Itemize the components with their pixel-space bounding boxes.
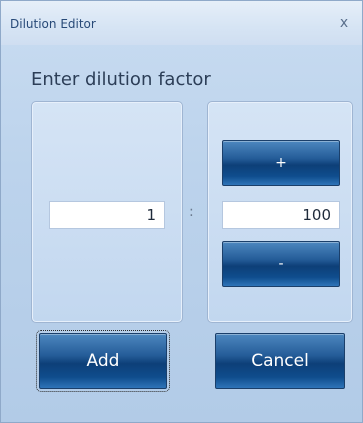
dilution-prompt-label: Enter dilution factor <box>31 69 211 90</box>
decrement-button[interactable]: - <box>222 241 340 287</box>
denominator-field[interactable]: 100 <box>222 201 340 229</box>
numerator-field[interactable]: 1 <box>49 201 165 229</box>
window-title: Dilution Editor <box>10 17 96 31</box>
close-icon[interactable]: x <box>334 13 354 33</box>
add-button[interactable]: Add <box>36 330 170 392</box>
numerator-panel: 1 <box>31 101 183 323</box>
denominator-panel: + 100 - <box>207 101 353 323</box>
ratio-separator: : <box>189 204 194 220</box>
cancel-button[interactable]: Cancel <box>215 333 345 389</box>
title-bar: Dilution Editor x <box>1 1 362 45</box>
increment-button[interactable]: + <box>222 140 340 186</box>
dilution-editor-window: Dilution Editor x Enter dilution factor … <box>0 0 363 423</box>
